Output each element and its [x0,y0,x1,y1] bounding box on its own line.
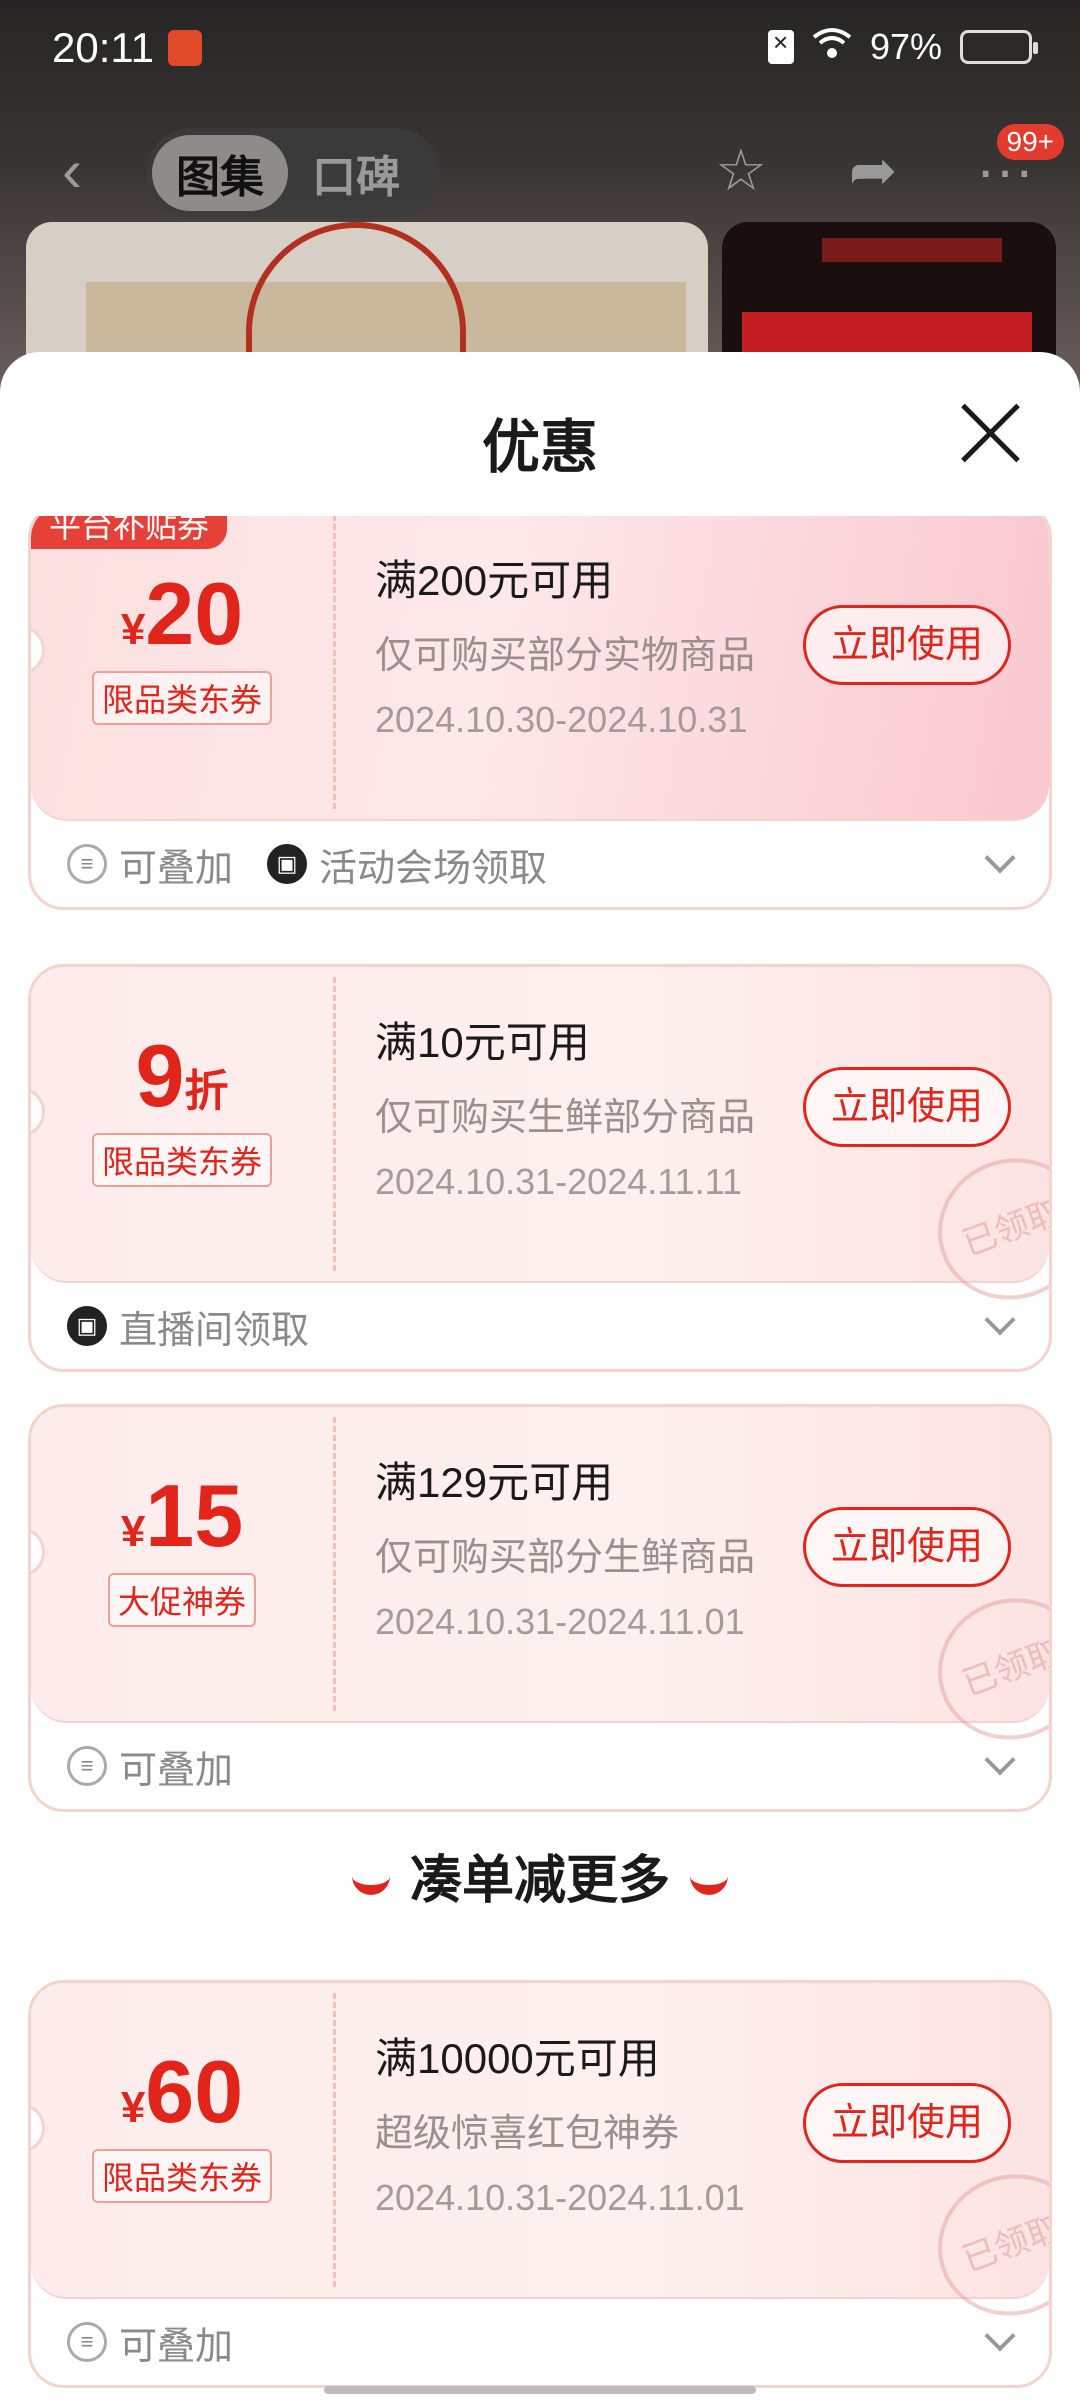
coupon-card: ¥15 大促神券 满129元可用 仅可购买部分生鲜商品 2024.10.31-2… [28,1404,1052,1812]
coupon-card: 9折 限品类东券 满10元可用 仅可购买生鲜部分商品 2024.10.31-20… [28,964,1052,1372]
coupon-card: 平台补贴券 ¥20 限品类东券 满200元可用 仅可购买部分实物商品 2024.… [28,516,1052,910]
coupon-threshold: 满200元可用 [375,557,614,604]
message-badge: 99+ [996,124,1064,160]
coupon-amount: ¥60 [120,2042,244,2141]
wifi-icon [812,26,852,68]
coupon-list[interactable]: 平台补贴券 ¥20 限品类东券 满200元可用 仅可购买部分实物商品 2024.… [0,516,1080,2400]
stack-icon: ≡ [67,844,107,884]
chevron-down-icon[interactable] [984,842,1016,874]
coupon-amount: ¥20 [120,564,244,663]
coupon-scope: 超级惊喜红包神券 [375,2113,680,2155]
coupon-period: 2024.10.31-2024.11.01 [375,2177,745,2218]
status-bar: 20:11 97% [0,0,1080,100]
battery-percent: 97% [869,26,942,67]
ticket-icon: ▣ [67,1306,107,1346]
coupon-period: 2024.10.30-2024.10.31 [375,699,748,740]
tab-gallery[interactable]: 图集 [152,135,288,211]
sim-icon [767,27,794,64]
use-now-button[interactable]: 立即使用 [803,1507,1011,1587]
feature-source: 直播间领取 [119,1309,310,1352]
feature-source: 活动会场领取 [319,847,548,890]
coupon-period: 2024.10.31-2024.11.11 [375,1161,742,1202]
coupon-amount: 9折 [135,1026,229,1125]
feature-stackable: 可叠加 [119,1749,234,1792]
coupon-scope: 仅可购买部分实物商品 [375,635,756,677]
coupon-type: 限品类东券 [91,1133,273,1187]
section-header: 凑单减更多 [0,1838,1080,1913]
coupon-threshold: 满10元可用 [375,1019,590,1066]
sheet-title: 优惠 [481,415,598,480]
star-icon[interactable]: ☆ [706,136,776,206]
use-now-button[interactable]: 立即使用 [803,1067,1011,1147]
back-icon[interactable]: ‹ [62,141,102,201]
chevron-down-icon[interactable] [984,1744,1016,1776]
coupon-threshold: 满129元可用 [375,1459,614,1506]
app-notification-icon [168,30,202,66]
stack-icon: ≡ [67,1746,107,1786]
coupon-threshold: 满10000元可用 [375,2035,660,2082]
smile-icon [690,1873,728,1896]
chevron-down-icon[interactable] [984,1304,1016,1336]
chevron-down-icon[interactable] [984,2320,1016,2352]
feature-stackable: 可叠加 [119,847,234,890]
coupon-scope: 仅可购买部分生鲜商品 [375,1537,756,1579]
coupon-type: 限品类东券 [91,2149,273,2203]
feature-stackable: 可叠加 [119,2325,234,2368]
view-switch: 图集 口碑 [146,128,440,218]
coupon-sheet: 优惠 平台补贴券 ¥20 限品类东券 满200元可用 仅可购买部分实物商品 20… [0,352,1080,2400]
coupon-scope: 仅可购买生鲜部分商品 [375,1097,756,1139]
ticket-icon: ▣ [267,844,308,884]
tab-reviews[interactable]: 口碑 [288,135,424,211]
smile-icon [351,1873,390,1896]
status-time: 20:11 [52,24,154,71]
stack-icon: ≡ [67,2322,107,2362]
top-nav: ‹ 图集 口碑 ☆ ➦ ··· 99+ [0,124,1080,218]
close-icon[interactable] [958,400,1024,466]
battery-icon [960,30,1038,64]
coupon-type: 大促神券 [107,1573,257,1627]
coupon-card: ¥60 限品类东券 满10000元可用 超级惊喜红包神券 2024.10.31-… [28,1980,1052,2388]
share-icon[interactable]: ➦ [838,136,908,206]
use-now-button[interactable]: 立即使用 [803,605,1011,685]
coupon-amount: ¥15 [120,1466,244,1565]
home-indicator[interactable] [324,2386,756,2394]
coupon-type: 限品类东券 [91,671,273,725]
coupon-period: 2024.10.31-2024.11.01 [375,1601,745,1642]
use-now-button[interactable]: 立即使用 [803,2083,1011,2163]
